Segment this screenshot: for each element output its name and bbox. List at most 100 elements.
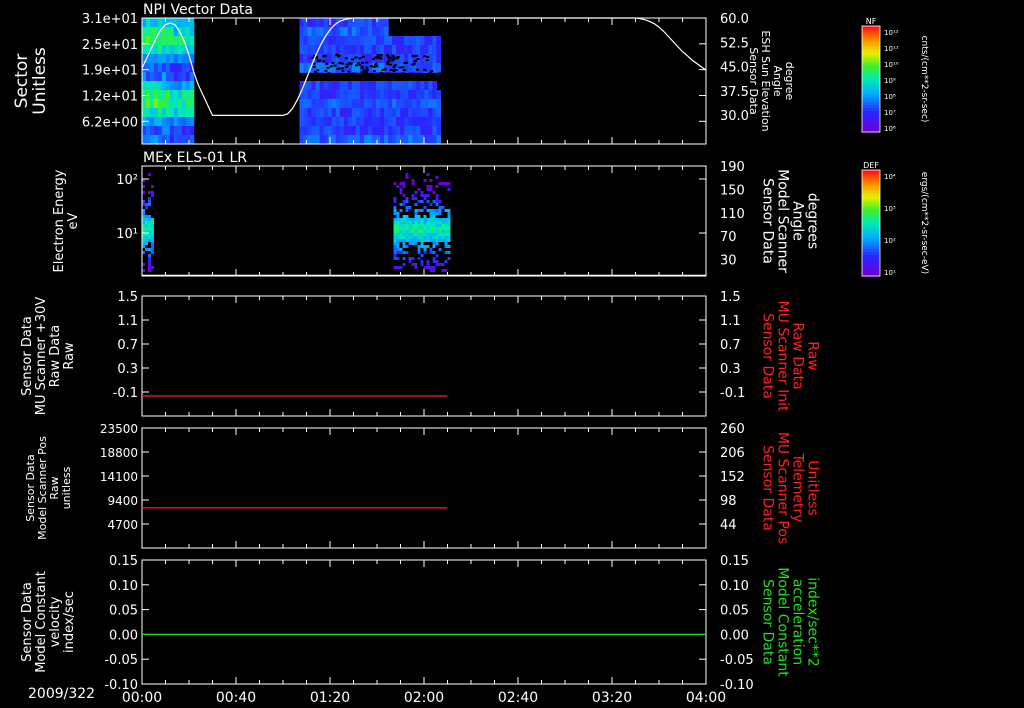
spectrogram-cell <box>429 266 433 269</box>
spectrogram-cell <box>146 63 151 73</box>
spectrogram-cell <box>351 108 357 118</box>
spectrogram-cell <box>405 61 409 64</box>
spectrogram-cell <box>396 185 400 188</box>
spectrogram-cell <box>404 81 409 91</box>
spectrogram-cell <box>153 45 159 55</box>
spectrogram-cell <box>393 248 397 251</box>
spectrogram-cell <box>447 218 451 221</box>
spectrogram-cell <box>420 209 424 212</box>
spectrogram-cell <box>323 108 329 118</box>
spectrogram-cell <box>432 218 436 221</box>
spectrogram-cell <box>435 236 439 239</box>
spectrogram-cell <box>428 126 433 136</box>
spectrogram-cell <box>307 54 313 64</box>
spectrogram-cell <box>303 135 309 145</box>
spectrogram-cell <box>428 54 433 64</box>
spectrogram-cell <box>343 108 349 118</box>
panel-5: 0.150.100.050.00-0.05-0.100.150.100.050.… <box>20 554 821 693</box>
spectrogram-cell <box>177 18 183 28</box>
spectrogram-cell <box>185 63 191 73</box>
colorbar-tick-label: 10¹⁰ <box>884 61 899 69</box>
spectrogram-cell <box>436 108 441 118</box>
spectrogram-cell <box>392 81 397 91</box>
spectrogram-cell <box>374 63 378 66</box>
spectrogram-cell <box>157 126 163 136</box>
spectrogram-cell <box>335 135 341 145</box>
spectrogram-cell <box>311 135 317 145</box>
spectrogram-cell <box>335 108 341 118</box>
spectrogram-cell <box>376 54 380 57</box>
spectrogram-cell <box>361 61 365 64</box>
spectrogram-cell <box>402 200 406 203</box>
spectrogram-cell <box>343 135 349 145</box>
spectrogram-cell <box>447 209 451 212</box>
colorbar-nf: NF 10¹² 10¹¹ 10¹⁰ 10⁹ 10⁸ 10⁷ 10⁶ cnts/(cm**2-sr… <box>861 17 929 133</box>
spectrogram-cell <box>444 239 448 242</box>
spectrogram-cell <box>444 251 448 254</box>
spectrogram-cell <box>146 108 151 118</box>
spectrogram-cell <box>436 54 441 64</box>
spectrogram-cell <box>351 58 355 61</box>
colorbar-units-text: cnts/(cm**2-sr-sec) <box>919 36 929 123</box>
spectrogram-cell <box>153 108 159 118</box>
spectrogram-cell <box>411 233 415 236</box>
spectrogram-cell <box>367 63 373 73</box>
spectrogram-cell <box>319 27 325 37</box>
spectrogram-cell <box>335 126 341 136</box>
spectrogram-cell <box>429 269 433 272</box>
spectrogram-cell <box>420 36 425 46</box>
spectrogram-cell <box>327 72 331 75</box>
spectrogram-cell <box>148 263 151 266</box>
spectrogram-cell <box>411 182 415 185</box>
spectrogram-cell <box>435 194 439 197</box>
spectrogram-cell <box>363 99 369 109</box>
spectrogram-cell <box>299 99 305 109</box>
spectrogram-cell <box>393 197 397 200</box>
y-tick-label: -0.05 <box>104 653 138 668</box>
spectrogram-cell <box>148 260 151 263</box>
spectrogram-cell <box>424 108 429 118</box>
spectrogram-cell <box>423 194 427 197</box>
x-tick-label: 02:00 <box>404 690 444 706</box>
spectrogram-cell <box>436 36 441 46</box>
spectrogram-cell <box>429 239 433 242</box>
spectrogram-cell <box>331 81 337 91</box>
y2-tick-label: 190 <box>720 160 745 175</box>
spectrogram-cell <box>148 269 151 272</box>
spectrogram-cell <box>396 251 400 254</box>
spectrogram-cell <box>388 117 393 127</box>
spectrogram-cell <box>402 194 406 197</box>
spectrogram-cell <box>315 126 321 136</box>
spectrogram-cell <box>359 18 365 28</box>
spectrogram-cell <box>316 69 320 72</box>
spectrogram-cell <box>417 233 421 236</box>
spectrogram-cell <box>351 135 357 145</box>
spectrogram-cell <box>423 206 427 209</box>
spectrogram-cell <box>148 218 151 221</box>
spectrogram-cell <box>359 45 365 55</box>
spectrogram-cell <box>380 135 385 145</box>
spectrogram-cell <box>435 242 439 245</box>
spectrogram-cell <box>189 108 195 118</box>
spectrogram-cell <box>307 135 313 145</box>
spectrogram-cell <box>420 194 424 197</box>
spectrogram-cell <box>386 61 390 64</box>
spectrogram-cell <box>408 236 412 239</box>
spectrogram-cell <box>177 99 183 109</box>
spectrogram-cell <box>384 81 389 91</box>
spectrogram-cell <box>411 227 415 230</box>
spectrogram-cell <box>429 218 433 221</box>
spectrogram-cell <box>398 66 402 69</box>
spectrogram-cell <box>335 81 341 91</box>
spectrogram-cell <box>408 108 413 118</box>
spectrogram-cell <box>385 72 389 75</box>
spectrogram-cell <box>173 135 179 145</box>
spectrogram-cell <box>399 236 403 239</box>
spectrogram-cell <box>402 224 406 227</box>
spectrogram-cell <box>376 36 381 46</box>
spectrogram-cell <box>161 108 167 118</box>
spectrogram-cell <box>153 81 159 91</box>
spectrogram-cell <box>396 126 401 136</box>
spectrogram-cell <box>441 182 445 185</box>
spectrogram-cell <box>148 266 151 269</box>
